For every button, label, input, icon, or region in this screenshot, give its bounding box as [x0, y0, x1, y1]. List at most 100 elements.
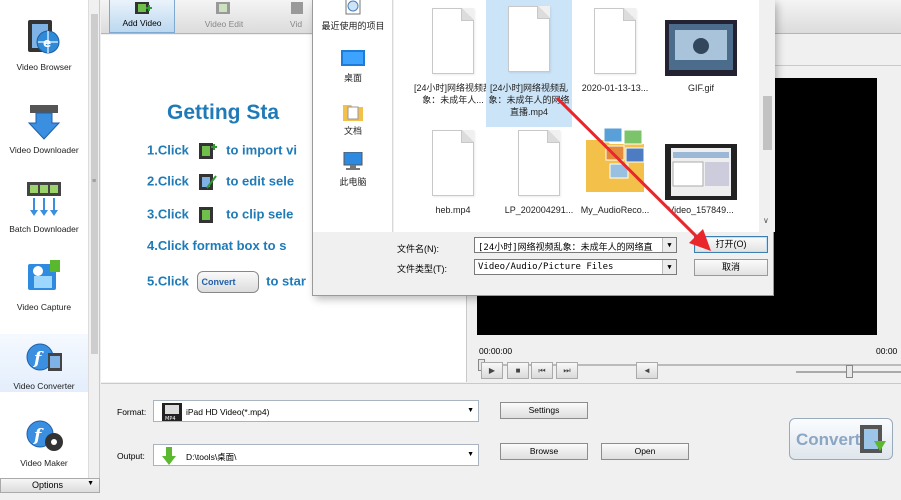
filetype-select[interactable]: Video/Audio/Picture Files ▼ — [474, 259, 677, 275]
file-item[interactable]: My_AudioReco... — [572, 124, 658, 236]
chevron-down-icon: ▼ — [467, 451, 474, 458]
place-this-pc[interactable]: 此电脑 — [313, 152, 393, 188]
svg-text:e: e — [43, 36, 51, 50]
chevron-down-icon: ▼ — [662, 260, 676, 274]
step-number: 3.Click — [147, 206, 189, 222]
svg-text:MP4: MP4 — [165, 416, 176, 421]
place-documents[interactable]: 文档 — [313, 101, 393, 137]
next-frame-button[interactable]: ⏭ — [556, 362, 578, 379]
batch-download-icon — [27, 182, 61, 216]
mp4-film-icon: MP4 — [162, 403, 182, 421]
documents-folder-icon — [343, 105, 363, 121]
step-text: to edit sele — [226, 173, 295, 189]
sidebar-item-video-browser[interactable]: e Video Browser — [0, 18, 88, 72]
green-arrow-down-icon — [162, 447, 176, 465]
prev-frame-button[interactable]: ⏮ — [531, 362, 553, 379]
place-label: 桌面 — [343, 73, 362, 83]
total-time: 00:00 — [876, 346, 898, 356]
video-edit-button[interactable]: Video Edit — [189, 0, 259, 33]
volume-handle[interactable] — [846, 365, 853, 378]
sidebar-item-video-maker[interactable]: f Video Maker — [0, 418, 88, 468]
file-item[interactable]: [24小时]网络视频乱象：未成年人... — [410, 2, 496, 114]
sidebar-scrollbar[interactable]: ≡ — [88, 0, 99, 478]
current-time: 00:00:00 — [479, 346, 513, 356]
play-icon: ▶ — [488, 366, 496, 375]
computer-icon — [343, 152, 363, 170]
convert-film-icon — [860, 425, 886, 453]
film-add-icon — [135, 2, 152, 14]
film-add-icon — [198, 143, 217, 159]
file-thumbnail — [580, 126, 650, 198]
settings-button[interactable]: Settings — [500, 402, 588, 419]
blank-file-icon — [518, 130, 560, 196]
download-arrow-icon — [27, 105, 61, 140]
left-sidebar: e Video Browser Video Downloader Batch D… — [0, 0, 100, 493]
chevron-down-icon: ▼ — [467, 407, 474, 414]
file-list: [24小时]网络视频乱象：未成年人... [24小时]网络视频乱象：未成年人的网… — [394, 0, 759, 232]
desktop-icon — [341, 50, 365, 66]
file-item[interactable]: Video_157849... — [658, 124, 744, 236]
video-edit-label: Video Edit — [204, 19, 244, 29]
blank-file-icon — [432, 8, 474, 74]
file-list-scrollbar-thumb[interactable] — [763, 96, 772, 150]
output-folder-select[interactable]: D:\tools\桌面\ ▼ — [153, 444, 479, 466]
video-clip-button[interactable]: Vid — [281, 0, 311, 33]
file-item-selected[interactable]: [24小时]网络视频乱象：未成年人的网络直播.mp4 — [486, 0, 572, 127]
sidebar-item-video-capture[interactable]: Video Capture — [0, 258, 88, 312]
recent-items-icon — [345, 0, 361, 15]
file-item[interactable]: 2020-01-13-13... — [572, 2, 658, 114]
format-value: iPad HD Video(*.mp4) — [186, 407, 270, 417]
skip-forward-icon: ⏭ — [563, 366, 571, 375]
step-2: 2.Click to edit sele — [147, 172, 294, 192]
open-button[interactable]: Open — [601, 443, 689, 460]
file-name: LP_202004291... — [504, 205, 574, 215]
browse-button[interactable]: Browse — [500, 443, 588, 460]
play-button[interactable]: ▶ — [481, 362, 503, 379]
output-settings-panel: Format: MP4 iPad HD Video(*.mp4) ▼ Setti… — [101, 383, 901, 493]
sidebar-item-batch-downloader[interactable]: Batch Downloader — [0, 180, 88, 234]
speaker-icon: ◄ — [643, 366, 651, 375]
places-sidebar: 最近使用的项目 桌面 文档 此电脑 — [313, 0, 393, 232]
chevron-down-icon[interactable]: ∨ — [763, 216, 769, 225]
sidebar-item-video-converter[interactable]: f Video Converter — [0, 334, 88, 392]
file-name: My_AudioReco... — [580, 205, 650, 215]
file-name: [24小时]网络视频乱象：未成年人的网络直播.mp4 — [488, 83, 570, 117]
sidebar-item-video-downloader[interactable]: Video Downloader — [0, 103, 88, 155]
mute-button[interactable]: ◄ — [636, 362, 658, 379]
sidebar-item-label: Batch Downloader — [9, 224, 79, 234]
file-item[interactable]: LP_202004291... — [496, 124, 582, 236]
blank-file-icon — [594, 8, 636, 74]
stop-icon: ■ — [515, 366, 521, 375]
format-select[interactable]: MP4 iPad HD Video(*.mp4) ▼ — [153, 400, 479, 422]
sidebar-item-label: Video Capture — [16, 302, 72, 312]
file-item[interactable]: GIF.gif — [658, 2, 744, 114]
dialog-open-button[interactable]: 打开(O) — [694, 236, 768, 253]
step-text: to clip sele — [226, 206, 294, 222]
getting-started-title: Getting Sta — [167, 101, 280, 124]
dialog-cancel-button[interactable]: 取消 — [694, 259, 768, 276]
step-5: 5.Click Convert to star — [147, 271, 306, 293]
video-thumbnail-icon — [665, 20, 737, 76]
video-thumbnail-icon — [665, 144, 737, 200]
file-list-scrollbar[interactable]: ∨ — [759, 0, 775, 232]
filename-input[interactable]: [24小时]网络视频乱象：未成年人的网络直 ▼ — [474, 237, 677, 253]
place-recent[interactable]: 最近使用的项目 — [313, 0, 393, 32]
sidebar-item-label: Video Maker — [20, 458, 68, 468]
place-label: 此电脑 — [339, 177, 367, 187]
place-desktop[interactable]: 桌面 — [313, 50, 393, 84]
step-1: 1.Click to import vi — [147, 141, 297, 161]
convert-button[interactable]: Convert — [789, 418, 893, 460]
convert-label: Convert — [796, 430, 861, 449]
file-item[interactable]: heb.mp4 — [410, 124, 496, 236]
add-video-button[interactable]: Add Video — [109, 0, 175, 33]
filename-value: [24小时]网络视频乱象：未成年人的网络直 — [478, 243, 653, 253]
step-3: 3.Click to clip sele — [147, 205, 293, 225]
file-thumbnail — [504, 126, 574, 198]
chevron-down-icon: ▼ — [87, 480, 94, 487]
sidebar-item-label: Video Downloader — [9, 145, 79, 155]
add-video-label: Add Video — [122, 18, 162, 28]
video-converter-icon: f — [26, 343, 62, 371]
options-dropdown[interactable]: Options ▼ — [0, 478, 100, 493]
stop-button[interactable]: ■ — [507, 362, 529, 379]
sidebar-item-label: Video Converter — [13, 381, 75, 391]
